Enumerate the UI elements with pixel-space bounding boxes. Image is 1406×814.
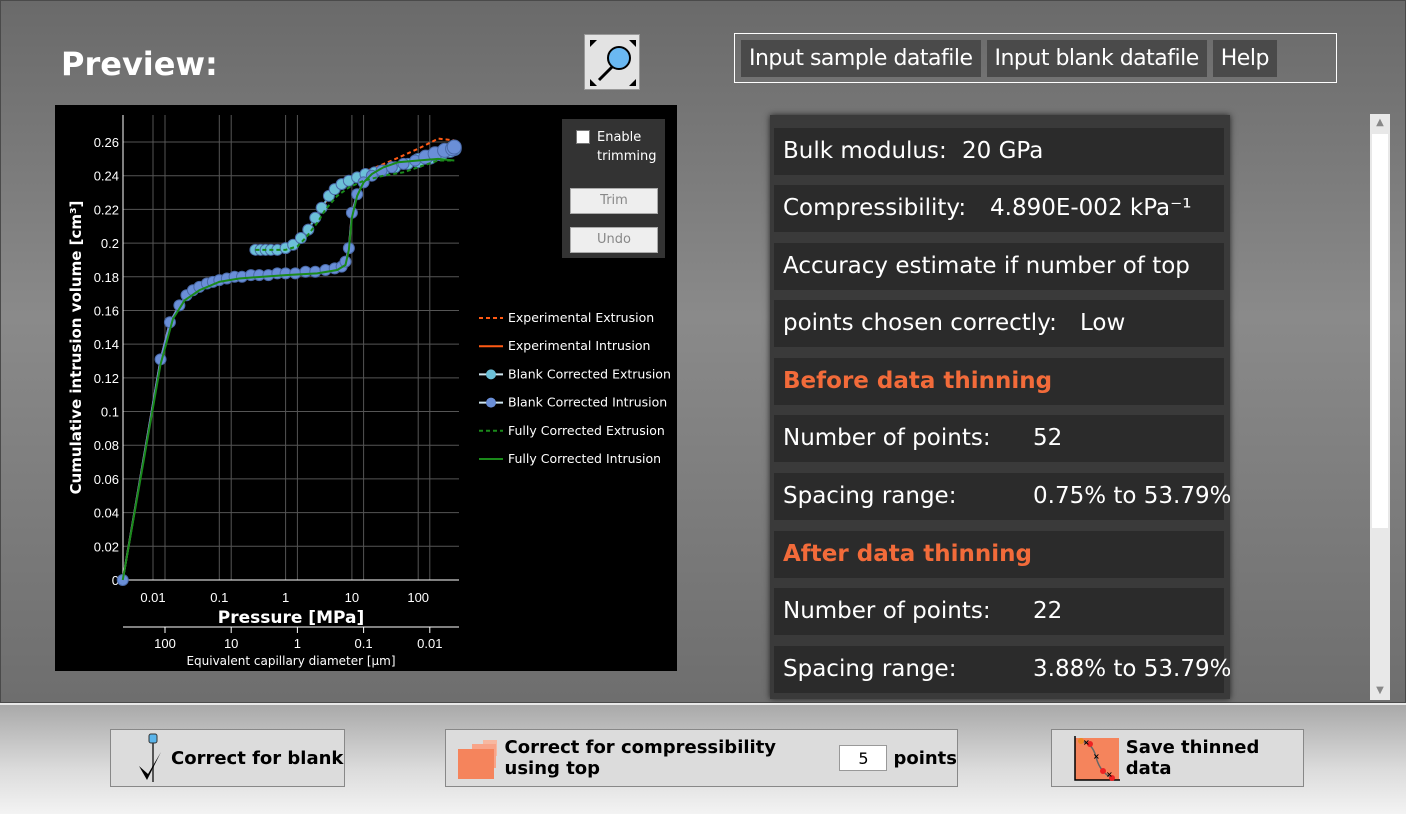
- x-tick-label: 100: [407, 590, 429, 605]
- accuracy-label-2: points chosen correctly:: [783, 310, 1057, 336]
- x2-tick-label: 100: [154, 636, 176, 651]
- svg-text:×: ×: [1106, 770, 1113, 779]
- series-line: [121, 146, 455, 581]
- compressibility-label: Correct for compressibility using top: [504, 737, 777, 779]
- after-points-value: 22: [1033, 598, 1063, 624]
- after-spacing-label: Spacing range:: [783, 656, 957, 682]
- data-point: [315, 201, 328, 214]
- after-spacing-value: 3.88% to 53.79%: [1033, 656, 1230, 682]
- enable-trimming-label: Enable trimming: [597, 130, 657, 164]
- correct-for-blank-button[interactable]: Correct for blank: [110, 729, 345, 787]
- compressibility-value: 4.890E-002 kPa⁻¹: [990, 195, 1192, 221]
- undo-button[interactable]: Undo: [570, 227, 658, 253]
- accuracy-row-1: Accuracy estimate if number of top: [774, 243, 1224, 290]
- legend-marker: [486, 397, 496, 408]
- x-tick-label: 0.1: [210, 590, 228, 605]
- after-spacing-row: Spacing range: 3.88% to 53.79%: [774, 646, 1230, 693]
- before-points-label: Number of points:: [783, 425, 991, 451]
- legend-label: Experimental Extrusion: [508, 310, 654, 325]
- thinned-curve-icon: ×××: [1074, 736, 1120, 781]
- after-points-label: Number of points:: [783, 598, 991, 624]
- top-points-input[interactable]: [839, 745, 888, 771]
- scroll-down-icon[interactable]: ▼: [1370, 682, 1390, 700]
- accuracy-value: Low: [1080, 310, 1126, 336]
- y-tick-label: 0.18: [94, 270, 119, 285]
- data-point: [397, 157, 410, 170]
- zoom-reset-button[interactable]: [584, 34, 640, 90]
- layered-squares-icon: [458, 740, 497, 779]
- x2-tick-label: 10: [224, 636, 238, 651]
- before-points-value: 52: [1033, 425, 1063, 451]
- bulk-modulus-row: Bulk modulus: 20 GPa: [774, 128, 1224, 175]
- x-tick-label: 10: [345, 590, 359, 605]
- y-tick-label: 0.06: [94, 472, 119, 487]
- menu-help[interactable]: Help: [1212, 39, 1277, 77]
- after-points-row: Number of points: 22: [774, 588, 1224, 635]
- legend-label: Experimental Intrusion: [508, 338, 650, 353]
- y-tick-label: 0.2: [101, 236, 119, 251]
- y-tick-label: 0.04: [94, 506, 119, 521]
- legend-marker: [486, 369, 496, 380]
- checkmark-probe-icon: [139, 733, 161, 782]
- trim-panel: Enable trimming Trim Undo: [562, 119, 665, 258]
- magnifier-icon: [590, 40, 636, 86]
- menu-bar: Input sample datafile Input blank datafi…: [734, 33, 1337, 83]
- legend-label: Fully Corrected Extrusion: [508, 423, 665, 438]
- y-tick-label: 0.1: [101, 405, 119, 420]
- accuracy-label: Accuracy estimate if number of top: [783, 253, 1190, 279]
- bulk-modulus-label: Bulk modulus:: [783, 138, 947, 164]
- before-spacing-label: Spacing range:: [783, 483, 957, 509]
- before-spacing-value: 0.75% to 53.79%: [1033, 483, 1230, 509]
- legend-label: Blank Corrected Intrusion: [508, 395, 667, 410]
- bulk-modulus-value: 20 GPa: [962, 138, 1044, 164]
- y-tick-label: 0.02: [94, 539, 119, 554]
- before-spacing-row: Spacing range: 0.75% to 53.79%: [774, 473, 1230, 520]
- points-label: points: [893, 747, 957, 769]
- before-thinning-heading: Before data thinning: [774, 358, 1224, 405]
- y-tick-label: 0.14: [94, 337, 119, 352]
- y-axis-label: Cumulative intrusion volume [cm³]: [67, 201, 85, 495]
- y-tick-label: 0.12: [94, 371, 119, 386]
- legend-label: Fully Corrected Intrusion: [508, 451, 661, 466]
- y-tick-label: 0.22: [94, 202, 119, 217]
- correct-compressibility-button[interactable]: Correct for compressibility using top po…: [445, 729, 958, 787]
- page-title: Preview:: [61, 45, 218, 83]
- scroll-up-icon[interactable]: ▲: [1370, 114, 1390, 132]
- accuracy-row-2: points chosen correctly: Low: [774, 300, 1224, 347]
- before-points-row: Number of points: 52: [774, 415, 1224, 462]
- main-panel: Preview: Input sample datafile Input bla…: [0, 0, 1406, 703]
- x2-axis-label: Equivalent capillary diameter [µm]: [186, 654, 395, 668]
- compressibility-label: Compressibility:: [783, 195, 967, 221]
- x-tick-label: 0.01: [140, 590, 165, 605]
- menu-input-sample[interactable]: Input sample datafile: [741, 39, 981, 77]
- x-axis-label: Pressure [MPa]: [218, 608, 364, 628]
- y-tick-label: 0.08: [94, 438, 119, 453]
- x2-tick-label: 0.1: [355, 636, 373, 651]
- series-line: [121, 146, 455, 581]
- menu-input-blank[interactable]: Input blank datafile: [986, 39, 1207, 77]
- after-thinning-heading: After data thinning: [774, 531, 1224, 578]
- enable-trimming-checkbox[interactable]: [576, 130, 590, 144]
- data-point: [446, 139, 462, 155]
- svg-text:×: ×: [1093, 752, 1100, 761]
- save-thinned-data-label: Save thinned data: [1125, 737, 1260, 779]
- save-thinned-data-button[interactable]: × × × Save thinned data: [1051, 729, 1304, 787]
- trim-button[interactable]: Trim: [570, 188, 658, 214]
- y-tick-label: 0.16: [94, 303, 119, 318]
- x-tick-label: 1: [282, 590, 289, 605]
- y-tick-label: 0.26: [94, 135, 119, 150]
- series-line: [121, 157, 455, 581]
- correct-for-blank-label: Correct for blank: [171, 747, 344, 769]
- data-point: [309, 265, 322, 278]
- compressibility-row: Compressibility: 4.890E-002 kPa⁻¹: [774, 185, 1224, 232]
- data-point: [309, 211, 322, 224]
- scrollbar[interactable]: ▲ ▼: [1370, 114, 1390, 700]
- legend-label: Blank Corrected Extrusion: [508, 366, 671, 381]
- svg-text:×: ×: [1083, 738, 1090, 747]
- scrollbar-thumb[interactable]: [1372, 134, 1388, 528]
- results-panel: Bulk modulus: 20 GPa Compressibility: 4.89…: [770, 115, 1230, 699]
- y-tick-label: 0.24: [94, 169, 119, 184]
- x2-tick-label: 0.01: [417, 636, 442, 651]
- x2-tick-label: 1: [294, 636, 301, 651]
